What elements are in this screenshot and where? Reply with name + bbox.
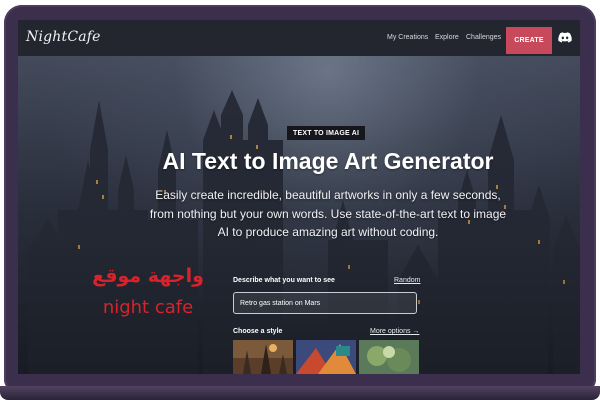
random-link[interactable]: Random bbox=[394, 277, 420, 284]
style-preview-castle bbox=[233, 340, 293, 374]
style-preview-abstract bbox=[296, 340, 356, 374]
navbar: NightCafe My Creations Explore Challenge… bbox=[18, 20, 580, 56]
page-title: AI Text to Image Art Generator bbox=[162, 148, 494, 174]
style-thumbnail[interactable] bbox=[296, 340, 356, 374]
hero-badge: TEXT TO IMAGE AI bbox=[287, 126, 366, 140]
overlay-arabic-title: واجهة موقع bbox=[92, 265, 204, 287]
nav-explore[interactable]: Explore bbox=[435, 34, 459, 41]
nav-challenges[interactable]: Challenges bbox=[466, 34, 501, 41]
style-preview-nature bbox=[359, 340, 419, 374]
prompt-label: Describe what you want to see bbox=[233, 277, 335, 284]
style-thumbnail[interactable] bbox=[233, 340, 293, 374]
browser-screen: NightCafe My Creations Explore Challenge… bbox=[18, 20, 580, 374]
style-thumbnail[interactable] bbox=[359, 340, 419, 374]
create-button[interactable]: CREATE bbox=[506, 27, 552, 54]
site-logo[interactable]: NightCafe bbox=[26, 29, 101, 45]
discord-icon[interactable] bbox=[558, 32, 572, 43]
nav-my-creations[interactable]: My Creations bbox=[387, 34, 428, 41]
overlay-subtitle: night cafe bbox=[102, 297, 194, 318]
style-label: Choose a style bbox=[233, 328, 283, 335]
hero-description: Easily create incredible, beautiful artw… bbox=[149, 188, 507, 239]
more-options-link[interactable]: More options → bbox=[370, 328, 419, 335]
prompt-input[interactable]: Retro gas station on Mars bbox=[233, 292, 417, 314]
laptop-base bbox=[0, 386, 600, 400]
